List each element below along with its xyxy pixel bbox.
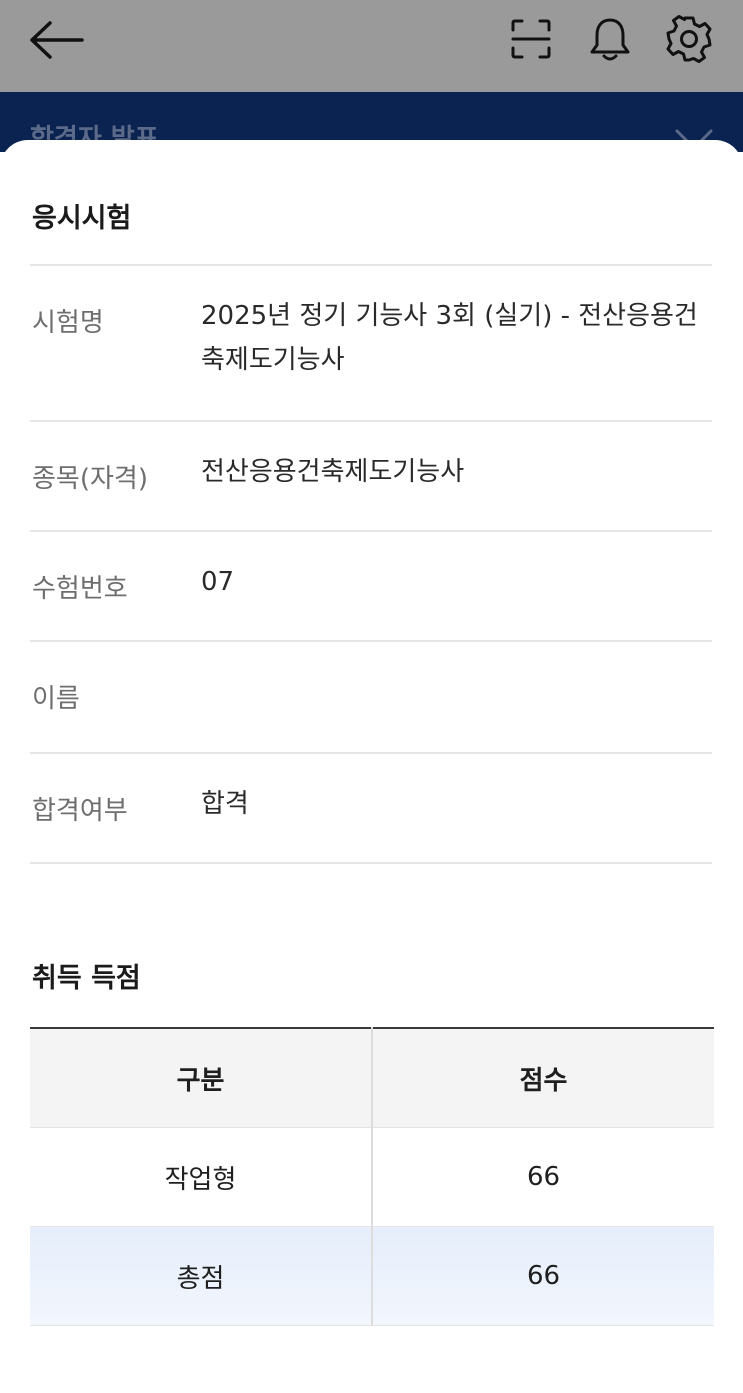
divider xyxy=(30,862,712,864)
column-header-score: 점수 xyxy=(372,1027,714,1128)
column-header-category: 구분 xyxy=(30,1027,373,1128)
arrow-left-icon[interactable] xyxy=(28,20,84,60)
info-row-qualification: 종목(자격) 전산응용건축제도기능사 xyxy=(30,420,712,532)
table-row-total: 총점 66 xyxy=(30,1226,714,1326)
score-table: 구분 점수 작업형 66 총점 66 xyxy=(30,1027,714,1326)
info-row-pass-status: 합격여부 합격 xyxy=(30,752,712,864)
top-app-bar xyxy=(0,0,743,92)
info-label: 수험번호 xyxy=(32,574,128,604)
bell-icon[interactable] xyxy=(588,16,632,62)
info-label: 시험명 xyxy=(32,308,104,338)
cell-category: 총점 xyxy=(30,1226,373,1326)
info-value: 07 xyxy=(201,567,235,597)
table-header-row: 구분 점수 xyxy=(30,1027,714,1128)
cell-score: 66 xyxy=(372,1226,714,1326)
info-row-exam-name: 시험명 2025년 정기 기능사 3회 (실기) - 전산응용건축제도기능사 xyxy=(30,264,712,422)
cell-category: 작업형 xyxy=(30,1127,373,1227)
score-section-title: 취득 득점 xyxy=(32,963,141,994)
scan-icon[interactable] xyxy=(510,18,552,60)
gear-icon[interactable] xyxy=(665,15,713,63)
exam-section-title: 응시시험 xyxy=(32,203,132,234)
cell-score: 66 xyxy=(372,1127,714,1227)
table-row: 작업형 66 xyxy=(30,1127,714,1227)
info-value: 전산응용건축제도기능사 xyxy=(201,457,465,487)
info-label: 합격여부 xyxy=(32,796,128,826)
info-value: 합격 xyxy=(201,789,249,819)
info-row-exam-number: 수험번호 07 xyxy=(30,530,712,642)
info-row-name: 이름 xyxy=(30,640,712,752)
info-label: 이름 xyxy=(32,684,80,714)
info-value: 2025년 정기 기능사 3회 (실기) - 전산응용건축제도기능사 xyxy=(201,301,698,375)
info-label: 종목(자격) xyxy=(32,464,148,494)
